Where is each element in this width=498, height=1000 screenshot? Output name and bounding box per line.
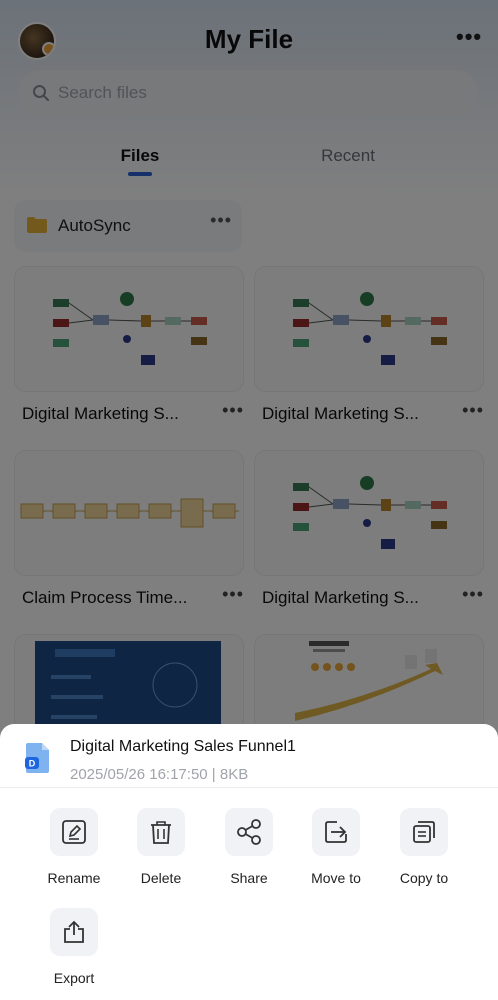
rename-button[interactable]: Rename <box>36 808 116 898</box>
copy-icon <box>413 821 435 843</box>
move-to-icon-button[interactable] <box>312 808 360 856</box>
edit-icon <box>62 820 86 844</box>
delete-button[interactable]: Delete <box>123 808 203 898</box>
share-icon-button[interactable] <box>225 808 273 856</box>
copy-to-label: Copy to <box>399 870 449 886</box>
file-actions-sheet: D Digital Marketing Sales Funnel1 2025/0… <box>0 724 498 1000</box>
trash-icon <box>151 821 171 844</box>
share-button[interactable]: Share <box>211 808 291 898</box>
my-file-screen: My File ••• Files Recent AutoSync ••• <box>0 0 498 1000</box>
document-icon: D <box>25 743 49 773</box>
move-to-label: Move to <box>311 870 361 886</box>
move-to-button[interactable]: Move to <box>298 808 378 898</box>
sheet-file-info: D Digital Marketing Sales Funnel1 2025/0… <box>0 724 498 788</box>
delete-icon-button[interactable] <box>137 808 185 856</box>
share-icon <box>237 819 261 845</box>
export-icon <box>64 920 84 943</box>
export-icon-button[interactable] <box>50 908 98 956</box>
svg-text:D: D <box>29 759 36 769</box>
copy-to-button[interactable]: Copy to <box>386 808 466 898</box>
share-label: Share <box>230 870 268 886</box>
export-label: Export <box>53 970 95 986</box>
rename-label: Rename <box>47 870 101 886</box>
file-meta: 2025/05/26 16:17:50 | 8KB <box>70 766 249 783</box>
rename-icon-button[interactable] <box>50 808 98 856</box>
file-title: Digital Marketing Sales Funnel1 <box>70 738 296 755</box>
export-button[interactable]: Export <box>36 908 116 998</box>
copy-to-icon-button[interactable] <box>400 808 448 856</box>
delete-label: Delete <box>140 870 182 886</box>
move-icon <box>325 821 347 843</box>
